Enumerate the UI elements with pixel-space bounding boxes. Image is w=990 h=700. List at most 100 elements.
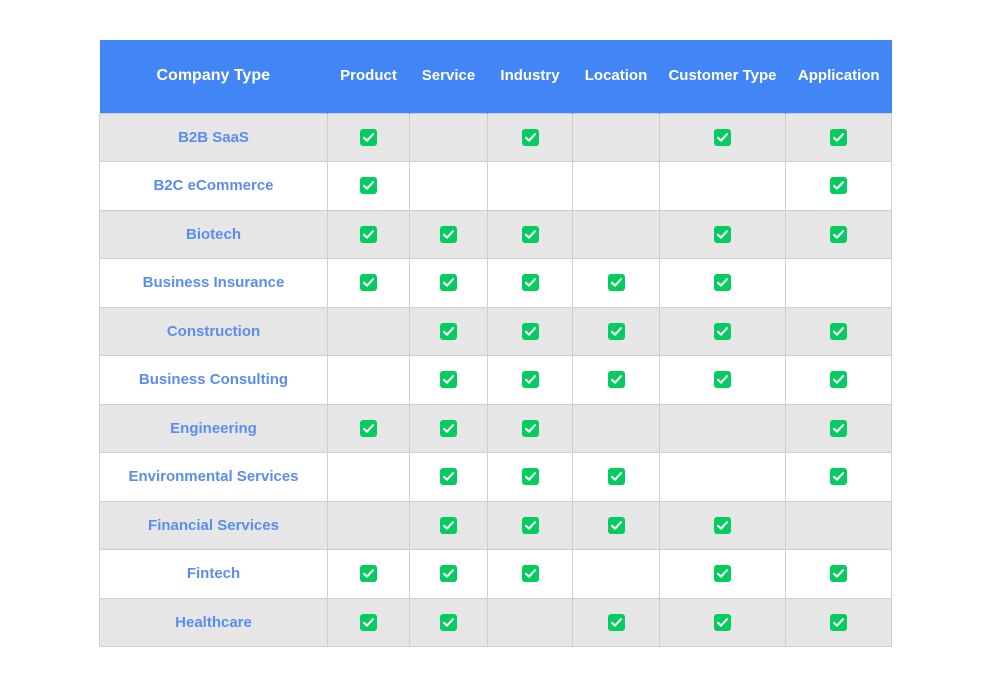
- cell-service[interactable]: [410, 162, 488, 211]
- cell-location[interactable]: [573, 501, 660, 550]
- cell-location[interactable]: [573, 598, 660, 647]
- cell-product[interactable]: [328, 501, 410, 550]
- cell-customer_type[interactable]: [660, 307, 786, 356]
- cell-product[interactable]: [328, 453, 410, 502]
- cell-product[interactable]: [328, 550, 410, 599]
- column-header-application[interactable]: Application: [786, 40, 892, 113]
- check-icon: [360, 129, 377, 146]
- check-icon: [830, 323, 847, 340]
- cell-product[interactable]: [328, 162, 410, 211]
- table-row: Financial Services: [100, 501, 892, 550]
- cell-location[interactable]: [573, 113, 660, 162]
- row-label-company-type[interactable]: Biotech: [100, 210, 328, 259]
- check-icon: [608, 323, 625, 340]
- column-header-location[interactable]: Location: [573, 40, 660, 113]
- cell-customer_type[interactable]: [660, 356, 786, 405]
- cell-industry[interactable]: [488, 210, 573, 259]
- cell-location[interactable]: [573, 307, 660, 356]
- row-label-company-type[interactable]: Engineering: [100, 404, 328, 453]
- cell-service[interactable]: [410, 501, 488, 550]
- column-header-industry[interactable]: Industry: [488, 40, 573, 113]
- cell-application[interactable]: [786, 210, 892, 259]
- cell-application[interactable]: [786, 356, 892, 405]
- cell-industry[interactable]: [488, 598, 573, 647]
- check-icon: [360, 420, 377, 437]
- check-icon: [830, 468, 847, 485]
- cell-product[interactable]: [328, 307, 410, 356]
- check-icon: [522, 565, 539, 582]
- check-icon: [714, 565, 731, 582]
- row-label-company-type[interactable]: B2B SaaS: [100, 113, 328, 162]
- cell-service[interactable]: [410, 210, 488, 259]
- row-label-company-type[interactable]: Business Insurance: [100, 259, 328, 308]
- row-label-company-type[interactable]: Environmental Services: [100, 453, 328, 502]
- cell-customer_type[interactable]: [660, 113, 786, 162]
- cell-location[interactable]: [573, 404, 660, 453]
- cell-service[interactable]: [410, 113, 488, 162]
- cell-product[interactable]: [328, 210, 410, 259]
- cell-application[interactable]: [786, 404, 892, 453]
- row-label-company-type[interactable]: Healthcare: [100, 598, 328, 647]
- cell-location[interactable]: [573, 453, 660, 502]
- cell-product[interactable]: [328, 598, 410, 647]
- cell-application[interactable]: [786, 307, 892, 356]
- cell-industry[interactable]: [488, 259, 573, 308]
- cell-service[interactable]: [410, 404, 488, 453]
- check-icon: [440, 226, 457, 243]
- cell-customer_type[interactable]: [660, 453, 786, 502]
- cell-customer_type[interactable]: [660, 598, 786, 647]
- cell-customer_type[interactable]: [660, 550, 786, 599]
- check-icon: [522, 371, 539, 388]
- column-header-customer-type[interactable]: Customer Type: [660, 40, 786, 113]
- check-icon: [360, 565, 377, 582]
- row-label-company-type[interactable]: B2C eCommerce: [100, 162, 328, 211]
- cell-customer_type[interactable]: [660, 162, 786, 211]
- cell-location[interactable]: [573, 162, 660, 211]
- cell-location[interactable]: [573, 550, 660, 599]
- check-icon: [714, 517, 731, 534]
- cell-application[interactable]: [786, 598, 892, 647]
- cell-location[interactable]: [573, 356, 660, 405]
- cell-service[interactable]: [410, 307, 488, 356]
- cell-customer_type[interactable]: [660, 259, 786, 308]
- cell-industry[interactable]: [488, 404, 573, 453]
- cell-location[interactable]: [573, 259, 660, 308]
- cell-product[interactable]: [328, 113, 410, 162]
- cell-industry[interactable]: [488, 501, 573, 550]
- cell-service[interactable]: [410, 356, 488, 405]
- check-icon: [440, 565, 457, 582]
- check-icon: [714, 274, 731, 291]
- cell-customer_type[interactable]: [660, 210, 786, 259]
- column-header-company-type[interactable]: Company Type: [100, 40, 328, 113]
- table-header: Company Type Product Service Industry Lo…: [100, 40, 892, 113]
- cell-industry[interactable]: [488, 356, 573, 405]
- row-label-company-type[interactable]: Business Consulting: [100, 356, 328, 405]
- cell-service[interactable]: [410, 598, 488, 647]
- cell-customer_type[interactable]: [660, 404, 786, 453]
- cell-application[interactable]: [786, 453, 892, 502]
- cell-application[interactable]: [786, 259, 892, 308]
- cell-service[interactable]: [410, 259, 488, 308]
- cell-application[interactable]: [786, 113, 892, 162]
- column-header-product[interactable]: Product: [328, 40, 410, 113]
- cell-industry[interactable]: [488, 453, 573, 502]
- cell-product[interactable]: [328, 404, 410, 453]
- cell-product[interactable]: [328, 356, 410, 405]
- cell-industry[interactable]: [488, 162, 573, 211]
- row-label-company-type[interactable]: Construction: [100, 307, 328, 356]
- cell-service[interactable]: [410, 550, 488, 599]
- row-label-company-type[interactable]: Financial Services: [100, 501, 328, 550]
- cell-customer_type[interactable]: [660, 501, 786, 550]
- cell-application[interactable]: [786, 501, 892, 550]
- row-label-company-type[interactable]: Fintech: [100, 550, 328, 599]
- cell-industry[interactable]: [488, 113, 573, 162]
- cell-industry[interactable]: [488, 307, 573, 356]
- cell-product[interactable]: [328, 259, 410, 308]
- cell-application[interactable]: [786, 550, 892, 599]
- cell-service[interactable]: [410, 453, 488, 502]
- cell-industry[interactable]: [488, 550, 573, 599]
- column-header-service[interactable]: Service: [410, 40, 488, 113]
- cell-location[interactable]: [573, 210, 660, 259]
- cell-application[interactable]: [786, 162, 892, 211]
- header-row: Company Type Product Service Industry Lo…: [100, 40, 892, 113]
